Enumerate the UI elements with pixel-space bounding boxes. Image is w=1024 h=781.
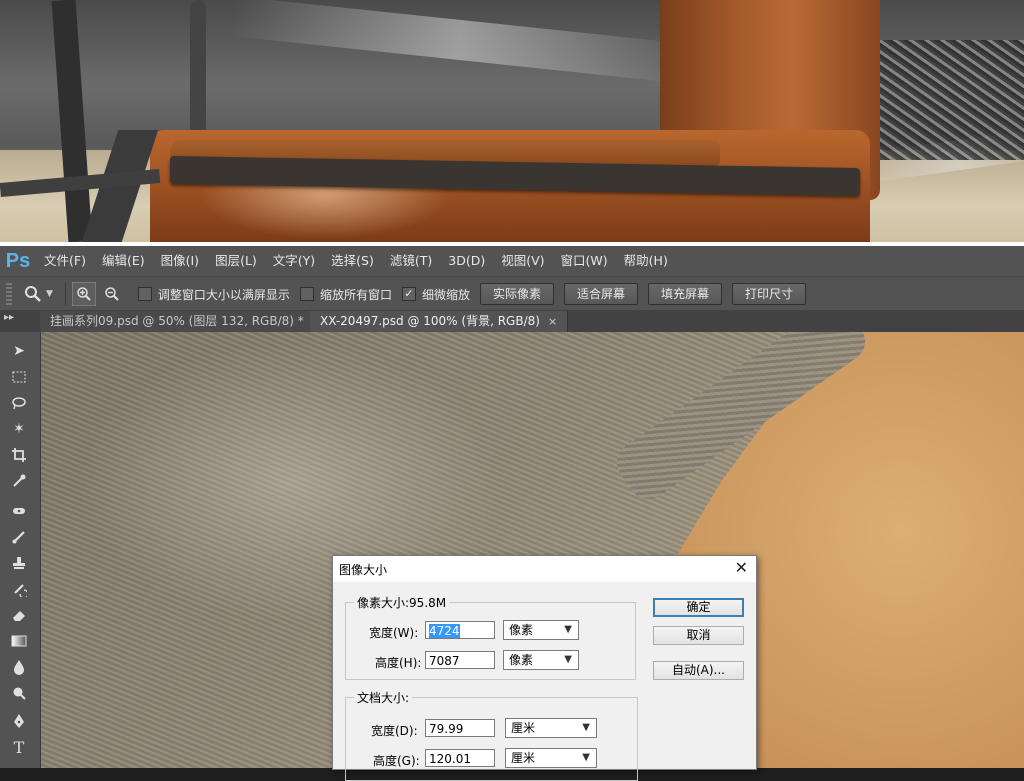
photoshop-logo: Ps (5, 249, 31, 272)
chair-frame (190, 0, 206, 150)
tab-document-1[interactable]: 挂画系列09.psd @ 50% (图层 132, RGB/8) *× (40, 311, 332, 332)
tab-label: XX-20497.psd @ 100% (背景, RGB/8) (320, 314, 540, 328)
zoom-out-button[interactable] (100, 282, 124, 306)
height-unit: 像素 (509, 653, 534, 667)
menu-help[interactable]: 帮助(H) (616, 246, 676, 276)
doc-height-unit: 厘米 (511, 751, 536, 765)
scrubby-zoom-checkbox[interactable]: ✓ 细微缩放 (401, 286, 470, 303)
chevron-down-icon[interactable]: ▼ (46, 289, 53, 299)
photo-brush-texture (870, 40, 1024, 160)
fill-screen-button[interactable]: 填充屏幕 (648, 283, 723, 305)
marquee-icon[interactable] (8, 366, 30, 388)
menu-3d[interactable]: 3D(D) (440, 246, 493, 276)
history-brush-icon[interactable] (8, 578, 30, 600)
blur-icon[interactable] (8, 656, 30, 678)
width-unit: 像素 (509, 623, 534, 637)
zoom-icon[interactable] (22, 283, 44, 305)
doc-width-unit: 厘米 (511, 721, 536, 735)
doc-width-value: 79.99 (429, 722, 464, 736)
width-input[interactable]: 4724 (425, 621, 495, 639)
document-size-label: 文档大小: (357, 691, 410, 705)
height-unit-select[interactable]: 像素 ▼ (503, 650, 579, 670)
close-icon[interactable]: ✕ (735, 558, 748, 577)
height-label: 高度(H): (375, 656, 422, 670)
toolbox: ➤ ✶ T (0, 332, 41, 768)
width-value: 4724 (429, 624, 460, 638)
light-streak (229, 0, 691, 84)
chevron-down-icon: ▼ (582, 752, 590, 763)
checkbox-label: 调整窗口大小以满屏显示 (157, 287, 290, 302)
menu-window[interactable]: 窗口(W) (553, 246, 616, 276)
healing-brush-icon[interactable] (8, 500, 30, 522)
lasso-icon[interactable] (8, 392, 30, 414)
top-photo (0, 0, 1024, 242)
chevron-down-icon: ▼ (582, 722, 590, 733)
width-unit-select[interactable]: 像素 ▼ (503, 620, 579, 640)
actual-pixels-button[interactable]: 实际像素 (479, 283, 554, 305)
doc-height-unit-select[interactable]: 厘米 ▼ (505, 748, 597, 768)
collapse-panel-icon[interactable]: ▸▸ (4, 310, 14, 326)
ok-button[interactable]: 确定 (653, 598, 744, 617)
zoom-in-icon (77, 287, 91, 301)
pixel-dimensions-label: 像素大小:95.8M (357, 596, 447, 610)
dialog-titlebar: 图像大小 ✕ (333, 556, 756, 582)
menu-file[interactable]: 文件(F) (36, 246, 94, 276)
gradient-icon[interactable] (8, 630, 30, 652)
doc-width-input[interactable]: 79.99 (425, 719, 495, 737)
menu-edit[interactable]: 编辑(E) (94, 246, 153, 276)
checkbox-label: 细微缩放 (421, 287, 470, 302)
width-label: 宽度(W): (369, 626, 419, 640)
menu-view[interactable]: 视图(V) (493, 246, 552, 276)
menu-image[interactable]: 图像(I) (153, 246, 207, 276)
document-tabs: ▸▸ 挂画系列09.psd @ 50% (图层 132, RGB/8) *× X… (0, 310, 1024, 332)
separator (64, 283, 66, 305)
checkbox-box[interactable] (137, 287, 152, 301)
tab-label: 挂画系列09.psd @ 50% (图层 132, RGB/8) * (50, 314, 304, 328)
chevron-down-icon: ▼ (564, 654, 572, 665)
resize-windows-checkbox[interactable]: 调整窗口大小以满屏显示 (137, 286, 290, 303)
menu-layer[interactable]: 图层(L) (207, 246, 265, 276)
image-size-dialog: 图像大小 ✕ 像素大小:95.8M 宽度(W): 4724 像素 ▼ 高度(H):… (332, 555, 757, 781)
doc-width-label: 宽度(D): (371, 724, 418, 738)
zoom-all-windows-checkbox[interactable]: 缩放所有窗口 (299, 286, 392, 303)
cancel-button[interactable]: 取消 (653, 626, 744, 645)
auto-button[interactable]: 自动(A)... (653, 661, 744, 680)
doc-height-label: 高度(G): (373, 754, 420, 768)
magic-wand-icon[interactable]: ✶ (8, 418, 30, 440)
menu-select[interactable]: 选择(S) (323, 246, 382, 276)
menu-type[interactable]: 文字(Y) (265, 246, 323, 276)
eraser-icon[interactable] (8, 604, 30, 626)
print-size-button[interactable]: 打印尺寸 (732, 283, 807, 305)
height-value: 7087 (429, 654, 460, 668)
close-icon[interactable]: × (548, 315, 557, 328)
zoom-out-icon (105, 287, 119, 301)
doc-height-value: 120.01 (429, 752, 471, 766)
menubar: Ps 文件(F) 编辑(E) 图像(I) 图层(L) 文字(Y) 选择(S) 滤… (0, 246, 1024, 276)
zoom-in-button[interactable] (71, 282, 96, 306)
dodge-icon[interactable] (8, 682, 30, 704)
clone-stamp-icon[interactable] (8, 552, 30, 574)
tab-document-2[interactable]: XX-20497.psd @ 100% (背景, RGB/8) × (310, 311, 569, 332)
dialog-title: 图像大小 (339, 563, 388, 577)
move-icon[interactable]: ➤ (8, 340, 30, 362)
panel-grip[interactable] (6, 283, 12, 305)
options-bar: ▼ 调整窗口大小以满屏显示 缩放所有窗口 ✓ 细微缩放 实际像素 适合屏幕 填充… (0, 276, 1024, 311)
doc-width-unit-select[interactable]: 厘米 ▼ (505, 718, 597, 738)
crop-icon[interactable] (8, 444, 30, 466)
chevron-down-icon: ▼ (564, 624, 572, 635)
checkmark-icon[interactable]: ✓ (401, 287, 416, 301)
pen-icon[interactable] (8, 710, 30, 732)
checkbox-label: 缩放所有窗口 (319, 287, 392, 302)
eyedropper-icon[interactable] (8, 470, 30, 492)
doc-height-input[interactable]: 120.01 (425, 749, 495, 767)
fit-screen-button[interactable]: 适合屏幕 (563, 283, 638, 305)
checkbox-box[interactable] (299, 287, 314, 301)
brush-icon[interactable] (8, 526, 30, 548)
height-input[interactable]: 7087 (425, 651, 495, 669)
menu-filter[interactable]: 滤镜(T) (382, 246, 440, 276)
type-icon[interactable]: T (8, 736, 30, 758)
